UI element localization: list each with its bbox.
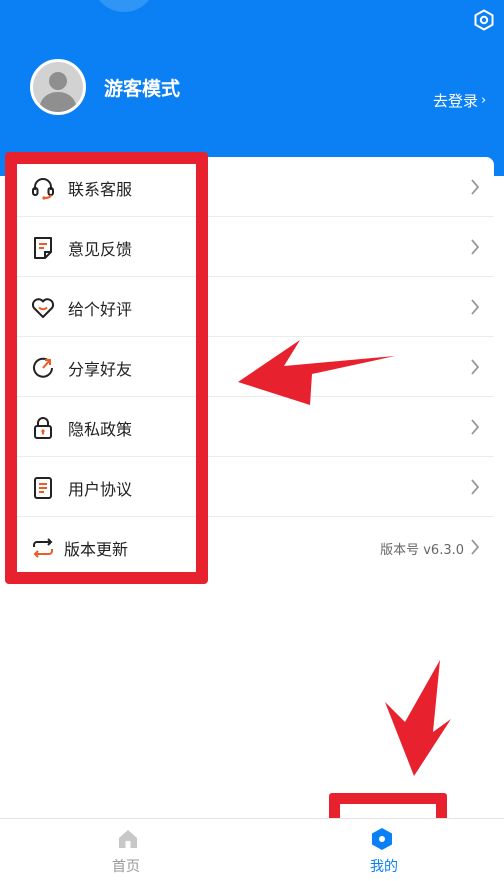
user-silhouette-icon xyxy=(39,72,77,112)
menu-item-label: 意见反馈 xyxy=(68,240,133,259)
menu-item-feedback[interactable]: 意见反馈 xyxy=(16,217,494,277)
lock-icon xyxy=(34,417,52,439)
login-label: 去登录 xyxy=(433,92,479,110)
refresh-arrows-icon xyxy=(33,538,53,558)
chevron-right-icon xyxy=(471,479,480,495)
menu-item-label: 给个好评 xyxy=(68,300,133,319)
share-circle-icon xyxy=(33,357,53,378)
chevron-right-icon: › xyxy=(481,93,487,108)
annotation-arrow-down xyxy=(385,660,451,776)
headset-icon xyxy=(32,178,54,200)
tab-mine[interactable]: 我的 xyxy=(252,819,504,881)
avatar[interactable] xyxy=(30,59,86,115)
version-number: 版本号 v6.3.0 xyxy=(380,543,464,558)
menu-item-label: 用户协议 xyxy=(68,480,133,499)
document-lines-icon xyxy=(34,477,52,499)
chevron-right-icon xyxy=(471,539,480,555)
menu-item-label: 联系客服 xyxy=(68,180,133,199)
menu-item-label: 隐私政策 xyxy=(68,420,133,439)
menu-item-user-agreement[interactable]: 用户协议 xyxy=(16,457,494,517)
bottom-nav: 首页 我的 xyxy=(0,818,504,881)
menu-item-version-update[interactable]: 版本更新 版本号 v6.3.0 xyxy=(16,517,494,577)
login-link[interactable]: 去登录 › xyxy=(433,90,486,111)
menu-item-share[interactable]: 分享好友 xyxy=(16,337,494,397)
feedback-note-icon xyxy=(34,237,52,259)
header-decoration xyxy=(92,0,156,12)
settings-button[interactable] xyxy=(472,8,496,32)
menu-item-label: 分享好友 xyxy=(68,360,133,379)
mine-hexagon-icon xyxy=(372,828,392,850)
menu-item-privacy-policy[interactable]: 隐私政策 xyxy=(16,397,494,457)
menu-item-contact-service[interactable]: 联系客服 xyxy=(16,157,494,217)
home-icon xyxy=(119,830,137,848)
tab-home[interactable]: 首页 xyxy=(0,819,252,881)
menu-item-rate[interactable]: 给个好评 xyxy=(16,277,494,337)
menu-item-label: 版本更新 xyxy=(64,540,129,559)
tab-label: 首页 xyxy=(112,859,140,875)
chevron-right-icon xyxy=(471,359,480,375)
tab-label: 我的 xyxy=(370,859,398,875)
menu-card: 联系客服 意见反馈 给个好评 分享好友 隐私政策 用户协议 版本更新 版本号 v… xyxy=(16,157,494,577)
heart-icon xyxy=(31,298,55,318)
chevron-right-icon xyxy=(471,299,480,315)
settings-hexagon-icon xyxy=(474,9,494,31)
chevron-right-icon xyxy=(471,419,480,435)
username: 游客模式 xyxy=(104,78,181,100)
profile-header: 游客模式 去登录 › xyxy=(0,0,504,176)
chevron-right-icon xyxy=(471,179,480,195)
chevron-right-icon xyxy=(471,239,480,255)
